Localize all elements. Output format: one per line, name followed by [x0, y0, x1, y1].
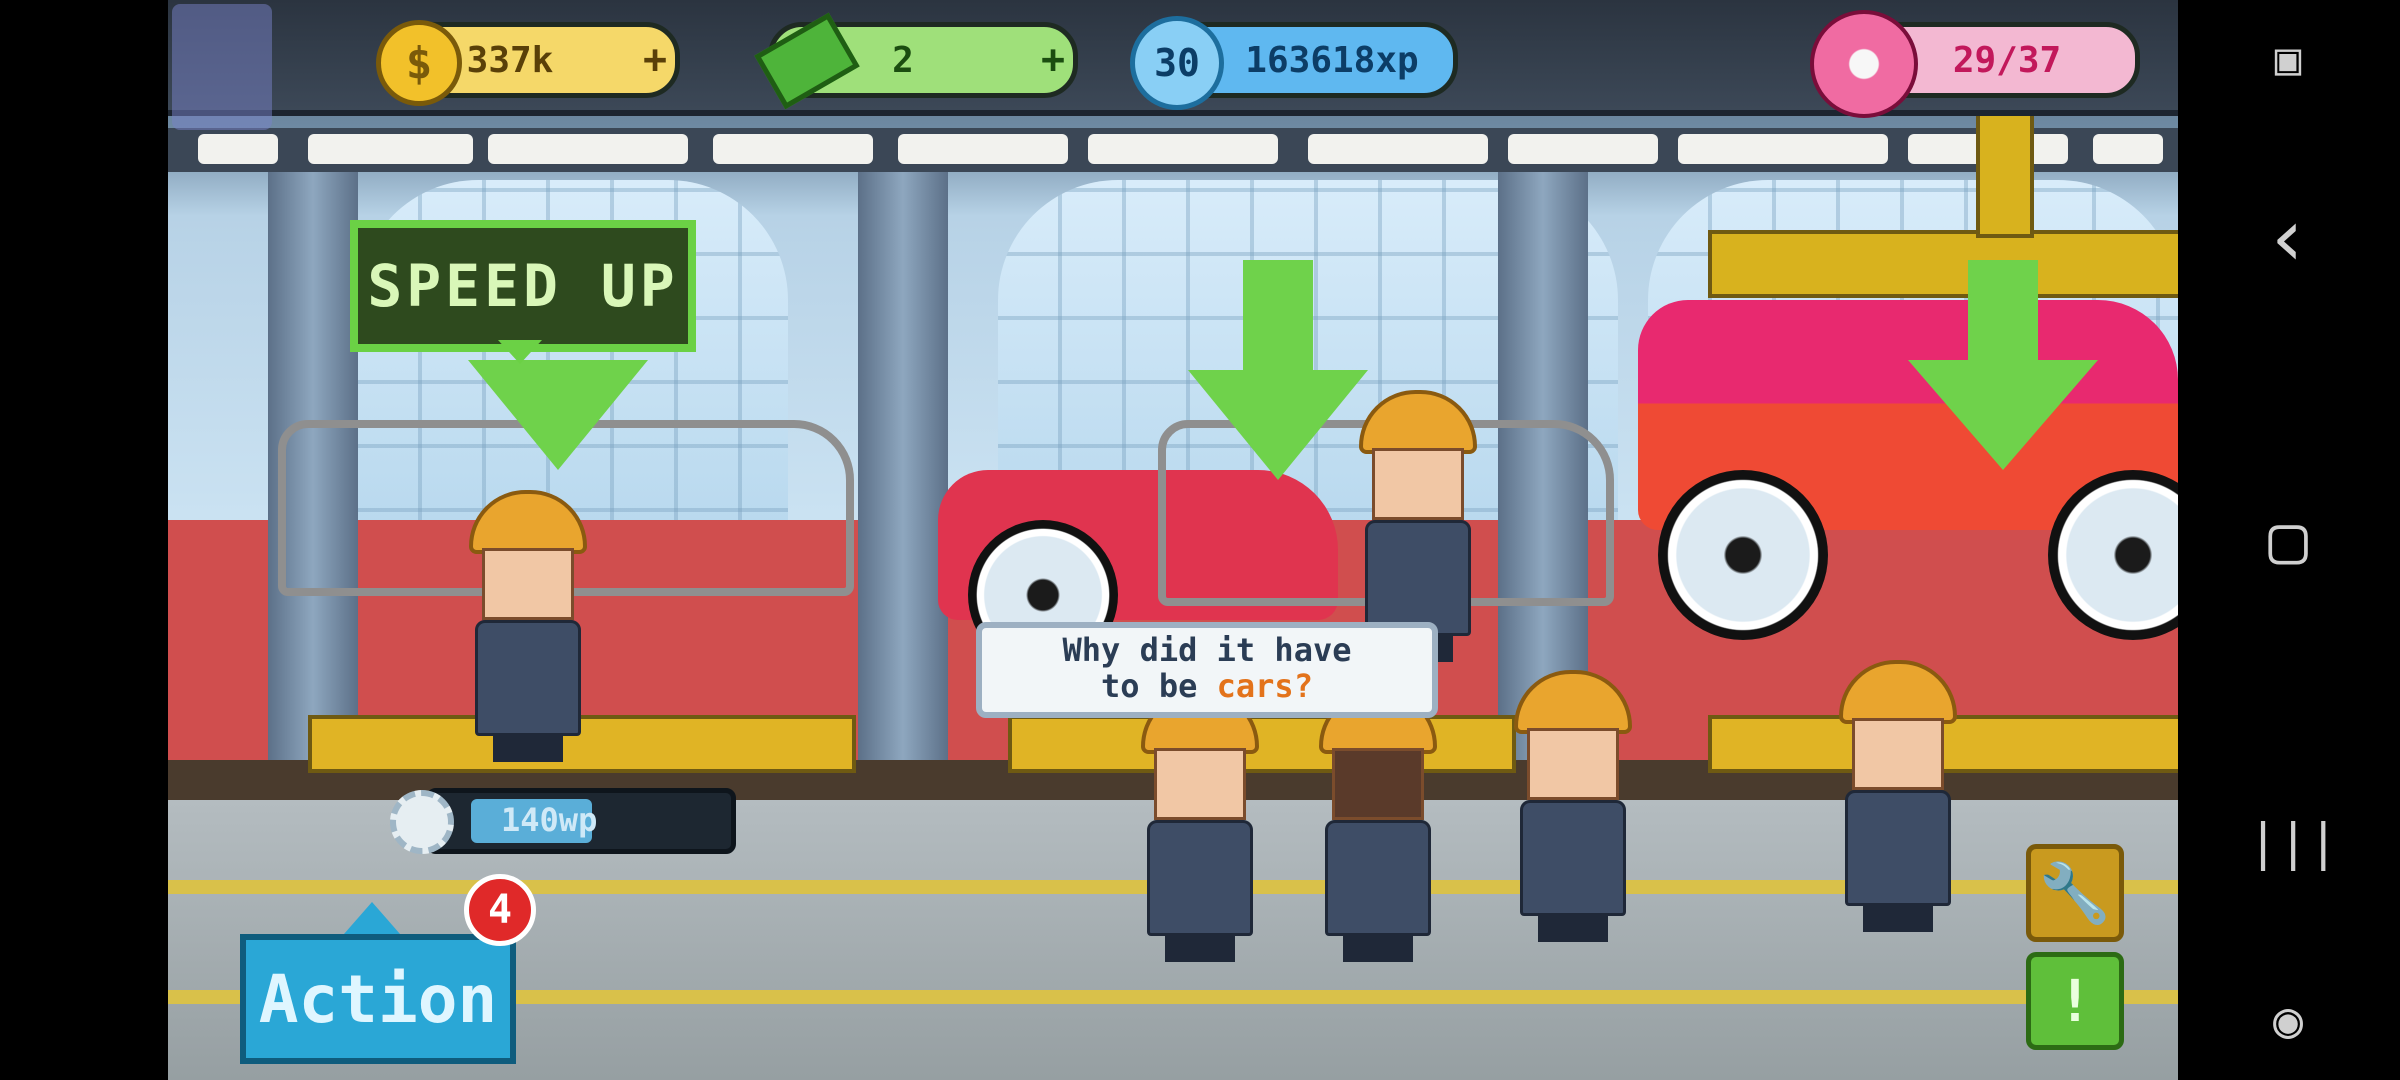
down-arrow-stem — [1243, 260, 1313, 372]
worker-character[interactable] — [1318, 690, 1438, 962]
action-count-badge: 4 — [464, 874, 536, 946]
gear-icon — [390, 790, 454, 854]
worker-character[interactable] — [1140, 690, 1260, 962]
down-arrow-stem — [1968, 260, 2038, 362]
home-button[interactable]: ▢ — [2248, 507, 2328, 573]
worker-character[interactable] — [468, 490, 588, 762]
player-avatar[interactable] — [172, 4, 272, 130]
ceiling-lamps — [168, 128, 2178, 172]
recents-button[interactable]: ||| — [2248, 812, 2338, 872]
pillar — [858, 172, 948, 772]
back-button[interactable]: ‹ — [2248, 198, 2328, 278]
speech-line-2: to be cars? — [1101, 667, 1313, 705]
coin-icon: $ — [376, 20, 462, 106]
crane-post — [1976, 110, 2034, 238]
speed-up-button[interactable]: SPEED UP — [350, 220, 696, 352]
tools-button[interactable]: 🔧 — [2026, 844, 2124, 942]
alert-button[interactable]: ! — [2026, 952, 2124, 1050]
down-arrow-icon[interactable] — [468, 360, 648, 470]
donut-icon — [1810, 10, 1918, 118]
hud-bar: 337k + $ 2 + 163618xp 30 29/37 — [168, 0, 2178, 130]
workpower-bar: 140wp — [426, 788, 736, 854]
action-button-tip — [344, 902, 400, 934]
screenshot-gesture-icon[interactable]: ▣ — [2248, 30, 2328, 90]
assembly-platform — [1008, 715, 1516, 773]
crane-gantry — [1708, 230, 2178, 298]
system-nav-bar: ▣ ‹ ▢ ||| ◉ — [2178, 0, 2400, 1080]
worker-speech-bubble: Why did it have to be cars? — [976, 622, 1438, 718]
add-cash-icon[interactable]: + — [1033, 37, 1073, 83]
game-scene[interactable]: SPEED UP Why did it have to be cars? 140… — [168, 0, 2178, 1080]
down-arrow-icon[interactable] — [1188, 370, 1368, 480]
workpower-label: 140wp — [501, 801, 598, 839]
worker-character[interactable] — [1513, 670, 1633, 942]
car-wheel — [1658, 470, 1828, 640]
game-tools-icon[interactable]: ◉ — [2248, 990, 2328, 1050]
add-coins-icon[interactable]: + — [635, 37, 675, 83]
speech-line-1: Why did it have — [1062, 631, 1352, 669]
action-button[interactable]: Action — [240, 934, 516, 1064]
worker-character[interactable] — [1838, 660, 1958, 932]
down-arrow-icon[interactable] — [1908, 360, 2098, 470]
level-badge: 30 — [1130, 16, 1224, 110]
speed-up-pointer — [498, 340, 542, 364]
